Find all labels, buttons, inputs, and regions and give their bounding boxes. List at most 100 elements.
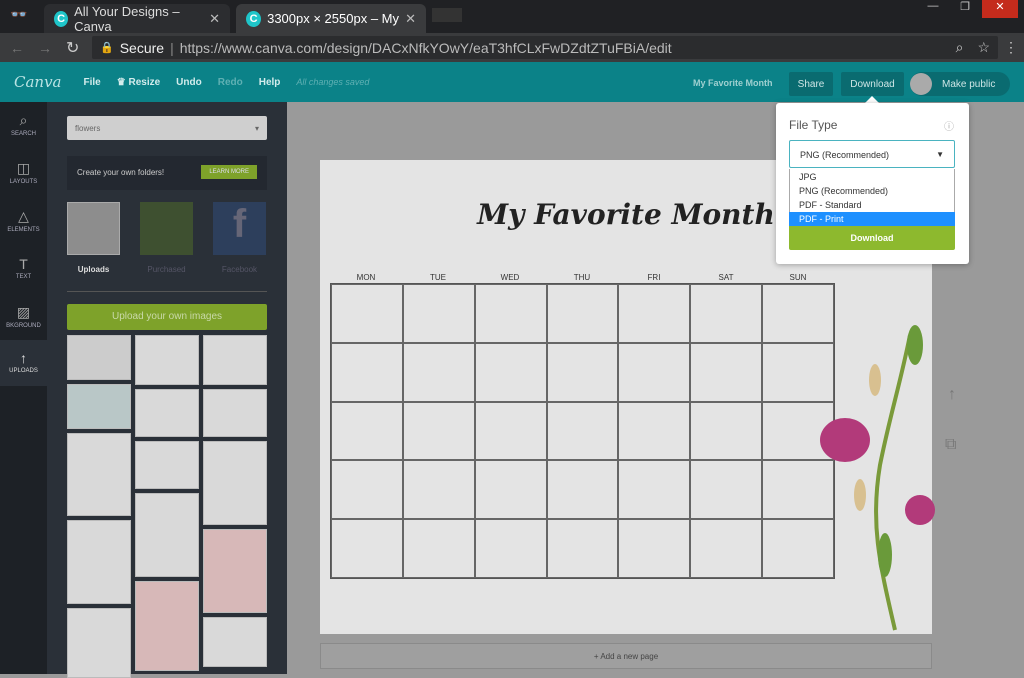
- calendar-cell: [618, 342, 691, 402]
- toggle-knob: [910, 73, 932, 95]
- close-tab-icon[interactable]: ✕: [405, 11, 416, 27]
- option-jpg[interactable]: JPG: [789, 170, 955, 184]
- rail-text[interactable]: T TEXT: [0, 246, 47, 292]
- upload-thumbnail[interactable]: [135, 493, 199, 577]
- calendar-cell: [402, 342, 475, 402]
- calendar-cell: [690, 401, 763, 461]
- text-icon: T: [19, 256, 28, 272]
- popup-arrow: [865, 96, 879, 103]
- folder-select[interactable]: flowers ▾: [67, 116, 267, 140]
- upload-thumbnail[interactable]: [67, 335, 131, 380]
- upload-thumbnail[interactable]: [67, 433, 131, 516]
- zoom-icon[interactable]: ⌕: [956, 39, 964, 56]
- minimize-icon[interactable]: —: [918, 0, 948, 18]
- option-pdf-standard[interactable]: PDF - Standard: [789, 198, 955, 212]
- file-type-select[interactable]: PNG (Recommended) ▼: [789, 140, 955, 168]
- day-header: MON: [356, 273, 376, 282]
- bookmark-star-icon[interactable]: ☆: [977, 39, 990, 56]
- move-up-icon[interactable]: ↑: [948, 386, 956, 404]
- calendar-cell: [618, 519, 691, 578]
- upload-thumbnail[interactable]: [135, 389, 199, 437]
- upload-thumbnail[interactable]: [135, 335, 199, 385]
- download-button[interactable]: Download: [841, 72, 904, 96]
- elements-icon: △: [18, 208, 29, 224]
- uploads-panel: flowers ▾ Create your own folders! LEARN …: [47, 102, 287, 678]
- menu-icon[interactable]: ⋮: [1004, 39, 1018, 56]
- calendar-cell: [402, 519, 475, 578]
- new-tab-button[interactable]: [432, 8, 462, 22]
- url-bar[interactable]: 🔒 Secure | https://www.canva.com/design/…: [92, 36, 998, 59]
- design-title[interactable]: My Favorite Month: [693, 78, 773, 88]
- upload-thumbnail[interactable]: [203, 529, 267, 613]
- facebook-icon[interactable]: f: [213, 202, 266, 255]
- calendar-cell: [402, 460, 475, 520]
- calendar-cell: [546, 342, 619, 402]
- tab-title: All Your Designs – Canva: [74, 3, 180, 34]
- calendar-cell: [474, 342, 547, 402]
- menu-help[interactable]: Help: [259, 77, 281, 88]
- popup-download-button[interactable]: Download: [789, 226, 955, 250]
- menu-file[interactable]: File: [84, 77, 101, 88]
- rail-search[interactable]: ⌕ SEARCH: [0, 102, 47, 148]
- uploads-tab[interactable]: Uploads: [67, 265, 120, 274]
- upload-images-button[interactable]: Upload your own images: [67, 304, 267, 330]
- learn-more-button[interactable]: LEARN MORE: [201, 165, 257, 179]
- menu-resize[interactable]: ♛ Resize: [117, 77, 160, 88]
- purchased-source-image[interactable]: [140, 202, 193, 255]
- calendar-grid: [330, 283, 835, 579]
- tab-design[interactable]: C 3300px × 2550px – My F ✕: [236, 4, 426, 33]
- upload-thumbnail[interactable]: [67, 608, 131, 678]
- upload-thumbnail[interactable]: [135, 441, 199, 489]
- rail-layouts[interactable]: ◫ LAYOUTS: [0, 150, 47, 196]
- option-pdf-print[interactable]: PDF - Print: [789, 212, 955, 226]
- close-tab-icon[interactable]: ✕: [209, 11, 220, 27]
- folder-value: flowers: [75, 124, 101, 133]
- upload-thumbnail[interactable]: [67, 384, 131, 429]
- back-icon[interactable]: ←: [10, 40, 24, 56]
- day-header: WED: [500, 273, 520, 282]
- option-png[interactable]: PNG (Recommended): [789, 184, 955, 198]
- upload-thumbnail[interactable]: [203, 617, 267, 667]
- save-status: All changes saved: [296, 77, 370, 87]
- uploads-source-image[interactable]: [67, 202, 120, 255]
- menu-undo[interactable]: Undo: [176, 77, 202, 88]
- make-public-toggle[interactable]: Make public: [910, 72, 1010, 96]
- upload-thumbnail[interactable]: [203, 389, 267, 437]
- rail-elements[interactable]: △ ELEMENTS: [0, 198, 47, 244]
- calendar-cell: [690, 519, 763, 578]
- tab-all-designs[interactable]: C All Your Designs – Canva ✕: [44, 3, 230, 34]
- chevron-down-icon: ▾: [254, 124, 259, 133]
- address-bar-row: ← → ↻ 🔒 Secure | https://www.canva.com/d…: [0, 33, 1024, 62]
- canva-logo[interactable]: Canva: [14, 73, 62, 91]
- calendar-cell: [474, 519, 547, 578]
- day-header: TUE: [430, 273, 446, 282]
- secure-label: Secure: [119, 39, 165, 56]
- upload-thumbnail[interactable]: [203, 335, 267, 385]
- restore-icon[interactable]: ❐: [950, 0, 980, 18]
- crown-icon: ♛: [116, 76, 126, 88]
- info-icon[interactable]: ⓘ: [944, 118, 954, 133]
- reload-icon[interactable]: ↻: [66, 38, 79, 58]
- upload-thumbnail[interactable]: [135, 581, 199, 671]
- facebook-tab[interactable]: Facebook: [213, 265, 266, 274]
- rail-uploads[interactable]: ↑ UPLOADS: [0, 340, 47, 386]
- forward-icon[interactable]: →: [38, 40, 52, 56]
- add-page-button[interactable]: + Add a new page: [320, 643, 932, 669]
- browser-tab-bar: 👓 C All Your Designs – Canva ✕ C 3300px × 2…: [0, 0, 1024, 34]
- calendar-cell: [331, 401, 403, 461]
- rail-label: LAYOUTS: [9, 179, 38, 185]
- folders-promo: Create your own folders! LEARN MORE: [67, 156, 267, 190]
- calendar-cell: [690, 460, 763, 520]
- duplicate-page-icon[interactable]: ⧉: [945, 436, 956, 454]
- purchased-tab[interactable]: Purchased: [140, 265, 193, 274]
- caret-down-icon: ▼: [936, 150, 944, 159]
- menu-redo[interactable]: Redo: [218, 77, 243, 88]
- upload-thumbnail[interactable]: [67, 520, 131, 604]
- rail-background[interactable]: ▨ BKGROUND: [0, 294, 47, 340]
- share-button[interactable]: Share: [789, 72, 833, 96]
- rail-label: TEXT: [15, 274, 32, 280]
- upload-thumbnail[interactable]: [203, 441, 267, 525]
- rail-label: BKGROUND: [6, 323, 41, 329]
- close-window-icon[interactable]: ✕: [982, 0, 1018, 18]
- calendar-cell: [546, 460, 619, 520]
